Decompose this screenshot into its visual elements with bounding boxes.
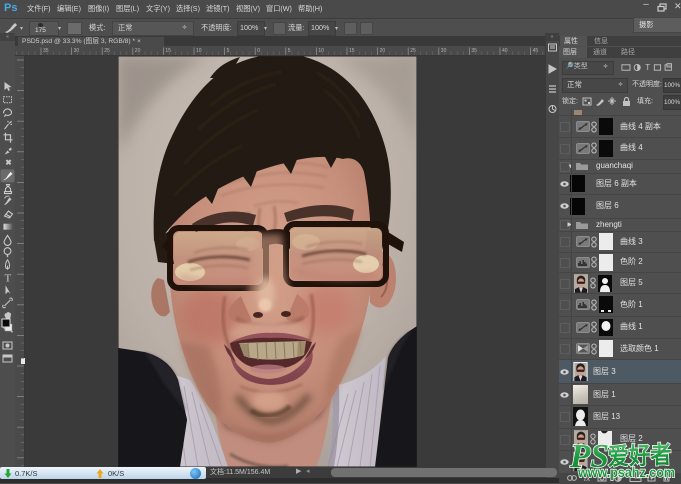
svg-text:T: T: [5, 273, 12, 285]
svg-text:35: 35: [471, 48, 477, 54]
svg-text:25: 25: [104, 48, 110, 54]
svg-text:45: 45: [533, 48, 539, 54]
svg-text:30: 30: [74, 48, 80, 54]
svg-text:30: 30: [441, 48, 447, 54]
svg-text:www.psahz.com: www.psahz.com: [577, 464, 675, 480]
svg-text:15: 15: [349, 48, 355, 54]
svg-text:T: T: [645, 63, 650, 72]
svg-text:15: 15: [165, 48, 171, 54]
svg-text:10: 10: [196, 48, 202, 54]
svg-text:0: 0: [257, 48, 260, 54]
svg-text:10: 10: [318, 48, 324, 54]
svg-text:35: 35: [43, 48, 49, 54]
svg-text:40: 40: [502, 48, 508, 54]
svg-text:25: 25: [410, 48, 416, 54]
svg-text:20: 20: [135, 48, 141, 54]
svg-text:20: 20: [380, 48, 386, 54]
svg-text:5: 5: [288, 48, 291, 54]
svg-text:5: 5: [227, 48, 230, 54]
